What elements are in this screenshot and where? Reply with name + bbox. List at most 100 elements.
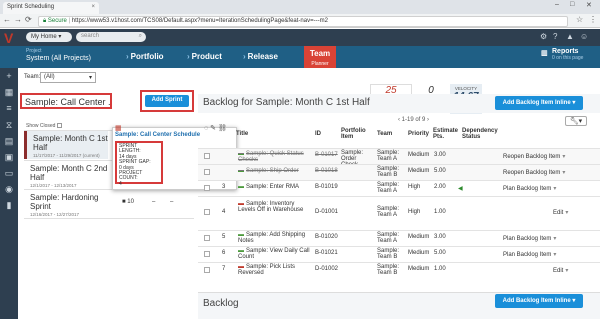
url-input[interactable]: 🔒︎ Secure | https://www53.v1host.com/TCS… <box>38 16 568 27</box>
close-window-icon[interactable]: ✕ <box>586 1 592 9</box>
col-priority[interactable]: Priority <box>408 131 429 137</box>
sprint-item[interactable]: Sample: Hardoning Sprint 12/16/2017 - 12… <box>24 190 108 218</box>
row-checkbox[interactable] <box>204 209 210 215</box>
col-team[interactable]: Team <box>377 131 392 137</box>
chevron-down-icon[interactable]: ▾ <box>562 154 565 160</box>
chevron-down-icon[interactable]: ▾ <box>553 236 556 242</box>
row-checkbox[interactable] <box>204 169 210 175</box>
search-input[interactable]: search ⌕ <box>76 32 146 42</box>
help-icon[interactable]: ? <box>553 32 557 41</box>
edit-icon[interactable]: ✎ <box>210 125 216 132</box>
sprint-item[interactable]: Sample: Month C 1st Half 11/17/2017 - 11… <box>24 131 108 159</box>
browser-tab[interactable]: Sprint Scheduling × <box>3 2 99 14</box>
table-row[interactable]: 7 ▬ Sample: Pick Lists Reversed D-01002 S… <box>198 262 600 284</box>
row-id[interactable]: D-01001 <box>315 209 338 215</box>
row-checkbox[interactable] <box>204 185 210 191</box>
table-row[interactable]: ▬ Sample: Ship Order B-01018 Sample: Team… <box>198 164 600 180</box>
nav-release[interactable]: › Release <box>243 52 278 61</box>
row-title[interactable]: ▬ Sample: Enter RMA <box>238 184 299 190</box>
chart-icon[interactable]: ▤ <box>4 136 14 146</box>
col-title[interactable]: Title <box>236 131 248 137</box>
back-icon[interactable]: ← <box>3 15 11 24</box>
list-icon[interactable]: ≡ <box>4 103 14 113</box>
project-selector[interactable]: System (All Projects) <box>26 55 91 62</box>
table-row[interactable]: 4 ▬ Sample: Inventory Levels Off in Wareh… <box>198 196 600 230</box>
table-row[interactable]: 5 ▬ Sample: Add Shipping Notes B-01020 Sa… <box>198 230 600 246</box>
row-id[interactable]: B-01019 <box>315 184 338 190</box>
show-closed-toggle[interactable]: Show Closed <box>26 123 62 129</box>
menu-icon[interactable]: ⋮ <box>589 15 597 24</box>
settings-icon[interactable]: ⚙ <box>540 32 547 41</box>
row-title[interactable]: ▬ Sample: Pick Lists Reversed <box>238 264 310 276</box>
col-dependency[interactable]: Dependency Status <box>462 128 502 140</box>
add-backlog-item-inline-button-2[interactable]: Add Backlog Item Inline ▾ <box>495 294 583 308</box>
row-checkbox[interactable] <box>204 235 210 241</box>
nav-portfolio[interactable]: › Portfolio <box>126 52 164 61</box>
row-action-button[interactable]: Plan Backlog Item ▾ <box>503 185 556 192</box>
hourglass-icon[interactable]: ⧖ <box>4 120 14 130</box>
settings-wrench-button[interactable]: 🔧︎▾ <box>565 116 587 126</box>
row-checkbox[interactable] <box>204 251 210 257</box>
add-icon[interactable]: + <box>4 71 14 81</box>
forward-icon[interactable]: → <box>14 15 22 24</box>
table-row[interactable]: 3 ▬ Sample: Enter RMA B-01019 Sample: Tea… <box>198 180 600 196</box>
chevron-down-icon[interactable]: ▾ <box>565 210 568 216</box>
row-id[interactable]: B-01020 <box>315 234 338 240</box>
sprint-item[interactable]: Sample: Month C 2nd Half 12/1/2017 - 12/… <box>24 161 108 189</box>
row-id[interactable]: B-01021 <box>315 250 338 256</box>
chat-icon[interactable]: ▭ <box>4 168 14 178</box>
maximize-icon[interactable]: □ <box>570 1 574 8</box>
col-id[interactable]: ID <box>315 131 321 137</box>
popup-title[interactable]: Sample: Call Center Schedule <box>115 132 200 138</box>
row-action-button[interactable]: Reopen Backlog Item ▾ <box>503 169 565 176</box>
row-title[interactable]: ▬ Sample: View Daily Call Count <box>238 248 310 260</box>
chevron-down-icon[interactable]: ▾ <box>565 268 568 274</box>
row-title[interactable]: ▬ Sample: Ship Order <box>238 168 299 174</box>
notifications-icon[interactable]: ▲ <box>566 32 574 41</box>
chevron-down-icon[interactable]: ▾ <box>572 100 575 106</box>
nav-product[interactable]: › Product <box>187 52 222 61</box>
grid-icon[interactable]: ▦ <box>4 87 14 97</box>
table-row[interactable]: 6 ▬ Sample: View Daily Call Count B-01021… <box>198 246 600 262</box>
team-filter-select[interactable]: (All) ▾ <box>40 72 96 83</box>
schedule-title[interactable]: Sample: Call Center ... <box>20 93 112 109</box>
row-action-button[interactable]: Edit ▾ <box>553 209 568 216</box>
col-estimate[interactable]: Estimate Pts. <box>433 128 461 140</box>
row-title[interactable]: ▬ Sample: Inventory Levels Off in Warehou… <box>238 201 308 213</box>
row-checkbox[interactable] <box>204 153 210 159</box>
nav-team[interactable]: Team Planner <box>304 46 336 68</box>
row-action-button[interactable]: Plan Backlog Item ▾ <box>503 235 556 242</box>
my-home-dropdown[interactable]: My Home ▾ <box>26 32 72 42</box>
star-icon[interactable]: ☆ <box>576 15 583 24</box>
add-sprint-button[interactable]: Add Sprint <box>145 95 189 107</box>
row-title[interactable]: ▬ Sample: Quick Status Checks <box>238 151 310 163</box>
chevron-down-icon[interactable]: ▾ <box>553 252 556 258</box>
chevron-down-icon[interactable]: ▾ <box>553 186 556 192</box>
reload-icon[interactable]: ⟳ <box>25 15 32 24</box>
next-page-icon[interactable]: › <box>427 117 429 123</box>
popup-action-icons[interactable]: ◌ ✎ ⛓ <box>204 124 227 132</box>
row-action-button[interactable]: Plan Backlog Item ▾ <box>503 251 556 258</box>
user-icon[interactable]: ☺ <box>580 32 588 41</box>
table-row[interactable]: ▬ Sample: Quick Status Checks B-01017 Sam… <box>198 148 600 168</box>
minimize-icon[interactable]: – <box>555 1 559 8</box>
row-action-button[interactable]: Edit ▾ <box>553 267 568 274</box>
pager[interactable]: ‹ 1-19 of 9 › <box>398 117 429 123</box>
row-id[interactable]: B-01017 <box>315 152 338 158</box>
row-action-button[interactable]: Reopen Backlog Item ▾ <box>503 153 565 160</box>
clipboard-icon[interactable]: ▣ <box>4 152 14 162</box>
row-checkbox[interactable] <box>204 267 210 273</box>
col-portfolio[interactable]: Portfolio Item <box>341 128 375 140</box>
comment-icon[interactable]: ◌ <box>204 125 208 132</box>
chevron-down-icon[interactable]: ▾ <box>562 170 565 176</box>
add-backlog-item-inline-button[interactable]: Add Backlog Item Inline ▾ <box>495 96 583 110</box>
search-icon[interactable]: ⌕ <box>139 33 142 40</box>
row-id[interactable]: D-01002 <box>315 266 338 272</box>
chevron-down-icon[interactable]: ▾ <box>572 298 575 304</box>
trash-icon[interactable]: ▮ <box>4 200 14 210</box>
alert-icon[interactable]: ◉ <box>4 184 14 194</box>
row-id[interactable]: B-01018 <box>315 168 338 174</box>
versionone-logo[interactable]: V <box>4 30 20 46</box>
row-title[interactable]: ▬ Sample: Add Shipping Notes <box>238 232 310 244</box>
reports-button[interactable]: ▥ Reports 0 on this page <box>541 48 583 61</box>
